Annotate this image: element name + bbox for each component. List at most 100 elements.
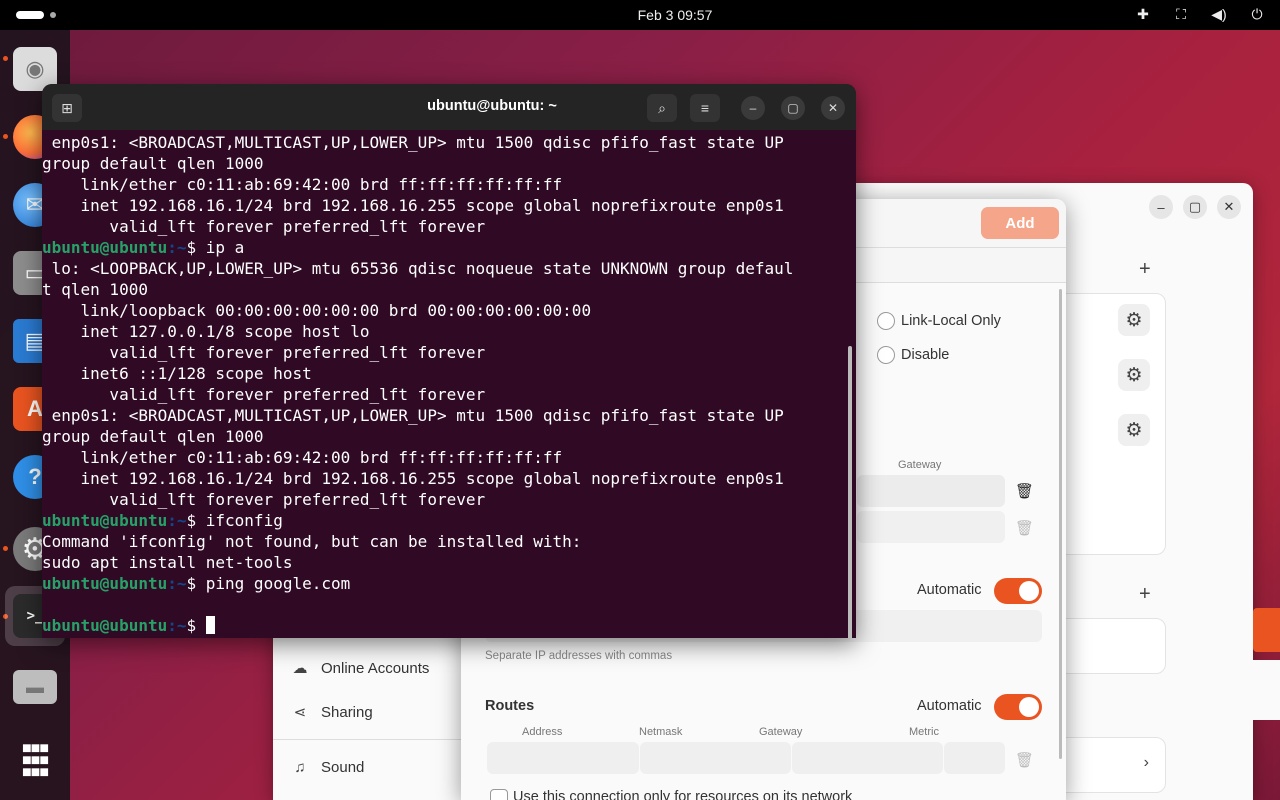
panel-edge — [1253, 660, 1280, 720]
top-bar: Feb 3 09:57 ✚ ⛶ ◀) ⏻ — [0, 0, 1280, 30]
route-address-input[interactable] — [487, 742, 639, 774]
add-connection-icon[interactable]: + — [1139, 258, 1151, 281]
radio-button[interactable] — [877, 346, 895, 364]
close-button[interactable]: ✕ — [1217, 195, 1241, 219]
running-indicator — [3, 134, 8, 139]
terminal-output-line: inet6 ::1/128 scope host — [42, 364, 312, 383]
sidebar-item-online-accounts[interactable]: ☁ Online Accounts — [291, 659, 430, 678]
prompt-command: $ ip a — [186, 238, 245, 257]
gear-icon[interactable]: ⚙ — [1118, 304, 1150, 336]
sidebar-item-label: Sharing — [321, 703, 373, 721]
route-netmask-input[interactable] — [640, 742, 791, 774]
accessibility-icon[interactable]: ✚ — [1134, 5, 1152, 23]
sidebar-item-sharing[interactable]: ⋖ Sharing — [291, 703, 373, 722]
dns-automatic-toggle[interactable] — [994, 578, 1042, 604]
terminal-output-line: t qlen 1000 — [42, 280, 148, 299]
terminal-scrollbar[interactable] — [848, 346, 852, 638]
prompt-command: $ — [186, 616, 206, 635]
menu-icon[interactable]: ≡ — [690, 94, 720, 122]
prompt-user: ubuntu@ubuntu — [42, 616, 168, 635]
terminal-prompt-line: ubuntu@ubuntu:~$ ifconfig — [42, 510, 842, 531]
maximize-button[interactable]: ▢ — [781, 96, 805, 120]
prompt-user: ubuntu@ubuntu — [42, 511, 168, 530]
volume-icon[interactable]: ◀) — [1210, 5, 1228, 23]
address-gateway-input-empty[interactable] — [857, 511, 1005, 543]
terminal-output-line: enp0s1: <BROADCAST,MULTICAST,UP,LOWER_UP… — [42, 133, 784, 152]
minimize-button[interactable]: – — [741, 96, 765, 120]
terminal-output[interactable]: enp0s1: <BROADCAST,MULTICAST,UP,LOWER_UP… — [42, 132, 842, 638]
routes-gateway-header: Gateway — [759, 726, 803, 738]
terminal-output-line: valid_lft forever preferred_lft forever — [42, 217, 486, 236]
chevron-right-icon: › — [1143, 754, 1149, 771]
terminal-output-line: enp0s1: <BROADCAST,MULTICAST,UP,LOWER_UP… — [42, 406, 784, 425]
radio-button[interactable] — [877, 312, 895, 330]
system-tray[interactable]: ✚ ⛶ ◀) ⏻ — [1134, 5, 1266, 23]
ipv4-disable-option[interactable]: Disable — [877, 346, 949, 364]
terminal-prompt-line: ubuntu@ubuntu:~$ — [42, 615, 842, 636]
routes-automatic-toggle[interactable] — [994, 694, 1042, 720]
prompt-path: :~ — [167, 574, 187, 593]
only-resources-label: Use this connection only for resources o… — [513, 789, 853, 800]
routes-metric-header: Metric — [909, 726, 939, 738]
network-icon[interactable]: ⛶ — [1172, 5, 1190, 23]
minimize-button[interactable]: – — [1149, 195, 1173, 219]
gear-icon[interactable]: ⚙ — [1118, 359, 1150, 391]
terminal-titlebar: ⊞ ubuntu@ubuntu: ~ ⌕ ≡ – ▢ ✕ — [42, 84, 856, 130]
terminal-title: ubuntu@ubuntu: ~ — [427, 98, 557, 114]
close-button[interactable]: ✕ — [821, 96, 845, 120]
terminal-output-line: valid_lft forever preferred_lft forever — [42, 385, 486, 404]
dock-show-apps[interactable]: ■■■ ■■■ ■■■ — [10, 736, 60, 786]
power-icon[interactable]: ⏻ — [1248, 5, 1266, 23]
dialog-scrollbar[interactable] — [1059, 289, 1062, 759]
terminal-prompt-line: ubuntu@ubuntu:~$ ip a — [42, 237, 842, 258]
music-note-icon: ♫ — [294, 759, 306, 776]
terminal-output-line: lo: <LOOPBACK,UP,LOWER_UP> mtu 65536 qdi… — [42, 259, 794, 278]
terminal-prompt-line: ubuntu@ubuntu:~$ ping google.com — [42, 573, 842, 594]
add-button[interactable]: Add — [981, 207, 1059, 239]
prompt-user: ubuntu@ubuntu — [42, 574, 168, 593]
vpn-card — [1053, 618, 1166, 674]
prompt-path: :~ — [167, 616, 187, 635]
terminal-output-line: group default qlen 1000 — [42, 427, 264, 446]
terminal-output-line: inet 192.168.16.1/24 brd 192.168.16.255 … — [42, 469, 784, 488]
radio-label: Disable — [901, 347, 950, 363]
drive-icon: ▬ — [13, 670, 57, 704]
dock-drive[interactable]: ▬ — [10, 662, 60, 712]
terminal-output-line: inet 192.168.16.1/24 brd 192.168.16.255 … — [42, 196, 784, 215]
terminal-output-line: inet 127.0.0.1/8 scope host lo — [42, 322, 370, 341]
terminal-output-line: valid_lft forever preferred_lft forever — [42, 343, 486, 362]
route-metric-input[interactable] — [944, 742, 1005, 774]
orange-panel-edge — [1253, 608, 1280, 652]
only-resources-checkbox[interactable] — [490, 789, 508, 800]
routes-address-header: Address — [522, 726, 563, 738]
ipv4-link-local-option[interactable]: Link-Local Only — [877, 312, 1001, 330]
show-apps-icon: ■■■ ■■■ ■■■ — [22, 740, 49, 781]
sidebar-item-sound[interactable]: ♫ Sound — [291, 759, 364, 776]
routes-title: Routes — [485, 698, 535, 714]
prompt-command: $ ifconfig — [186, 511, 283, 530]
running-indicator — [3, 56, 8, 61]
share-icon: ⋖ — [293, 704, 307, 721]
add-vpn-icon[interactable]: + — [1139, 583, 1151, 606]
trash-icon: 🗑 — [1015, 520, 1035, 537]
search-icon[interactable]: ⌕ — [647, 94, 677, 122]
terminal-window: ⊞ ubuntu@ubuntu: ~ ⌕ ≡ – ▢ ✕ enp0s1: <BR… — [42, 84, 856, 638]
terminal-output-line: link/ether c0:11:ab:69:42:00 brd ff:ff:f… — [42, 448, 563, 467]
wired-connections-card: ⚙ ⚙ ⚙ — [1053, 293, 1166, 555]
gear-icon[interactable]: ⚙ — [1118, 414, 1150, 446]
prompt-command: $ ping google.com — [186, 574, 351, 593]
clock[interactable]: Feb 3 09:57 — [0, 7, 1280, 23]
terminal-output-line: sudo apt install net-tools — [42, 553, 293, 572]
sidebar-divider — [273, 739, 461, 740]
dns-hint: Separate IP addresses with commas — [485, 650, 673, 662]
terminal-output-line: group default qlen 1000 — [42, 154, 264, 173]
radio-label: Link-Local Only — [901, 313, 1001, 329]
trash-icon[interactable]: 🗑 — [1015, 482, 1034, 500]
route-gateway-input[interactable] — [792, 742, 943, 774]
address-gateway-input[interactable] — [857, 475, 1005, 507]
maximize-button[interactable]: ▢ — [1183, 195, 1207, 219]
proxy-card[interactable]: › — [1053, 737, 1166, 793]
trash-icon: 🗑 — [1015, 752, 1035, 769]
prompt-user: ubuntu@ubuntu — [42, 238, 168, 257]
